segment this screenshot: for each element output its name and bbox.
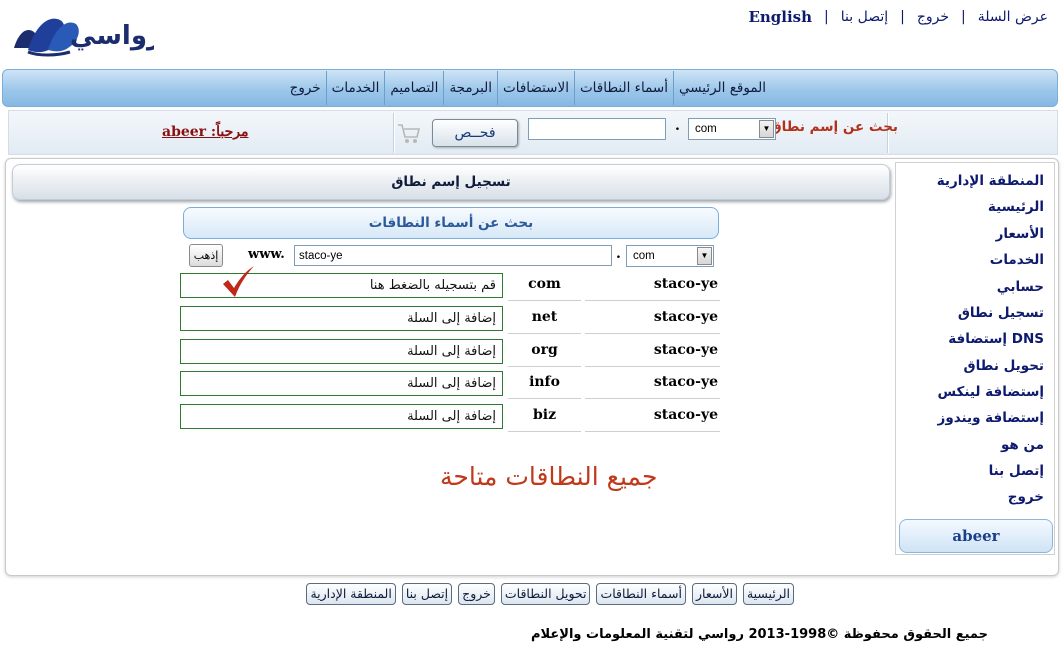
add-to-cart-link[interactable]: إضافة إلى السلة bbox=[180, 306, 503, 331]
sidebar: المنطقة الإدارية الرئيسية الأسعار الخدما… bbox=[895, 162, 1055, 555]
copyright-notice: جميع الحقوق محفوظة ©1998-2013 رواسي لتقن… bbox=[531, 627, 988, 642]
footer-link-domains[interactable]: أسماء النطاقات bbox=[596, 583, 686, 605]
domain-dot: . bbox=[675, 118, 680, 134]
top-links: عرض السلة | خروج | إتصل بنا | English bbox=[748, 6, 1048, 28]
result-row: إضافة إلى السلة info staco-ye bbox=[180, 371, 720, 401]
separator: | bbox=[961, 9, 966, 25]
nav-item-home[interactable]: الموقع الرئيسي bbox=[672, 71, 771, 105]
divider bbox=[393, 113, 395, 153]
sidebar-item-services[interactable]: الخدمات bbox=[990, 252, 1044, 268]
page-title: تسجيل إسم نطاق bbox=[12, 164, 890, 200]
footer-link-home[interactable]: الرئيسية bbox=[742, 583, 794, 605]
result-domain-name: staco-ye bbox=[585, 371, 720, 399]
result-row: إضافة إلى السلة net staco-ye bbox=[180, 306, 720, 336]
sidebar-item-linux-hosting[interactable]: إستضافة لينكس bbox=[937, 384, 1044, 400]
tld-select-value: com bbox=[633, 250, 655, 262]
check-domain-button[interactable]: فحــص bbox=[432, 119, 518, 147]
result-domain-name: staco-ye bbox=[585, 306, 720, 334]
availability-status: جميع النطاقات متاحة bbox=[440, 462, 658, 491]
sidebar-item-prices[interactable]: الأسعار bbox=[996, 226, 1044, 242]
separator: | bbox=[900, 9, 905, 25]
footer-link-logout[interactable]: خروج bbox=[458, 583, 495, 605]
chevron-down-icon[interactable]: ▼ bbox=[759, 120, 774, 138]
sidebar-item-contact[interactable]: إتصل بنا bbox=[989, 463, 1044, 479]
go-button[interactable]: إذهب bbox=[189, 244, 223, 267]
result-extension: com bbox=[508, 273, 581, 301]
nav-item-programming[interactable]: البرمجة bbox=[443, 71, 497, 105]
footer-links: الرئيسية الأسعار أسماء النطاقات تحويل ال… bbox=[306, 583, 794, 605]
svg-text:رواسي: رواسي bbox=[70, 21, 154, 51]
footer-link-transfer[interactable]: تحويل النطاقات bbox=[500, 583, 591, 605]
result-domain-name: staco-ye bbox=[585, 339, 720, 367]
checkmark-icon bbox=[220, 264, 256, 300]
nav-item-hosting[interactable]: الاستضافات bbox=[497, 71, 574, 105]
result-extension: net bbox=[508, 306, 581, 334]
sidebar-item-transfer-domain[interactable]: تحويل نطاق bbox=[964, 358, 1044, 374]
result-domain-name: staco-ye bbox=[585, 273, 720, 301]
result-domain-name: staco-ye bbox=[585, 404, 720, 432]
separator: | bbox=[824, 9, 829, 25]
tld-select-value: com bbox=[695, 123, 717, 135]
sidebar-item-home[interactable]: الرئيسية bbox=[988, 199, 1044, 215]
domain-search-input[interactable] bbox=[528, 118, 666, 140]
add-to-cart-link[interactable]: إضافة إلى السلة bbox=[180, 371, 503, 396]
logout-link[interactable]: خروج bbox=[917, 9, 949, 25]
domain-dot: . bbox=[616, 246, 621, 262]
tld-select[interactable]: com ▼ bbox=[626, 245, 714, 267]
welcome-message: مرحباً: abeer bbox=[162, 124, 249, 140]
sidebar-item-logout[interactable]: خروج bbox=[1008, 489, 1044, 505]
sidebar-item-my-account[interactable]: حسابي bbox=[997, 279, 1044, 295]
domain-name-input[interactable] bbox=[294, 245, 612, 266]
cart-icon[interactable] bbox=[396, 120, 422, 146]
result-extension: info bbox=[508, 371, 581, 399]
chevron-down-icon[interactable]: ▼ bbox=[697, 247, 712, 265]
sidebar-item-dns-hosting[interactable]: إستضافة DNS bbox=[948, 331, 1044, 347]
logo-graphic: رواسي bbox=[14, 18, 162, 57]
nav-item-logout[interactable]: خروج bbox=[285, 71, 326, 105]
nav-item-designs[interactable]: التصاميم bbox=[384, 71, 443, 105]
sidebar-item-whois[interactable]: من هو bbox=[1001, 437, 1044, 453]
footer-link-admin-area[interactable]: المنطقة الإدارية bbox=[306, 583, 396, 605]
add-to-cart-link[interactable]: إضافة إلى السلة bbox=[180, 404, 503, 429]
site-logo[interactable]: رواسي bbox=[8, 4, 162, 62]
view-cart-link[interactable]: عرض السلة bbox=[978, 9, 1048, 25]
sidebar-item-register-domain[interactable]: تسجيل نطاق bbox=[958, 305, 1044, 321]
result-extension: biz bbox=[508, 404, 581, 432]
english-link[interactable]: English bbox=[748, 8, 812, 26]
nav-item-domains[interactable]: أسماء النطاقات bbox=[573, 71, 673, 105]
add-to-cart-link[interactable]: إضافة إلى السلة bbox=[180, 339, 503, 364]
username-badge: abeer bbox=[899, 519, 1053, 553]
result-row: إضافة إلى السلة biz staco-ye bbox=[180, 404, 720, 434]
sidebar-item-admin-area[interactable]: المنطقة الإدارية bbox=[937, 173, 1044, 189]
result-extension: org bbox=[508, 339, 581, 367]
www-prefix: www. bbox=[248, 247, 285, 262]
nav-item-services[interactable]: الخدمات bbox=[325, 71, 385, 105]
section-title: بحث عن أسماء النطاقات bbox=[183, 207, 719, 239]
footer-link-prices[interactable]: الأسعار bbox=[691, 583, 737, 605]
domain-search-title: بحث عن إسم نطاق bbox=[769, 119, 898, 135]
main-nav: الموقع الرئيسي أسماء النطاقات الاستضافات… bbox=[2, 69, 1058, 107]
result-row: قم بتسجيله بالضغط هنا com staco-ye bbox=[180, 273, 720, 303]
contact-link[interactable]: إتصل بنا bbox=[841, 9, 888, 25]
tld-select[interactable]: com ▼ bbox=[688, 118, 776, 140]
sidebar-item-windows-hosting[interactable]: إستضافة ويندوز bbox=[938, 410, 1044, 426]
footer-link-contact[interactable]: إتصل بنا bbox=[401, 583, 453, 605]
result-row: إضافة إلى السلة org staco-ye bbox=[180, 339, 720, 369]
